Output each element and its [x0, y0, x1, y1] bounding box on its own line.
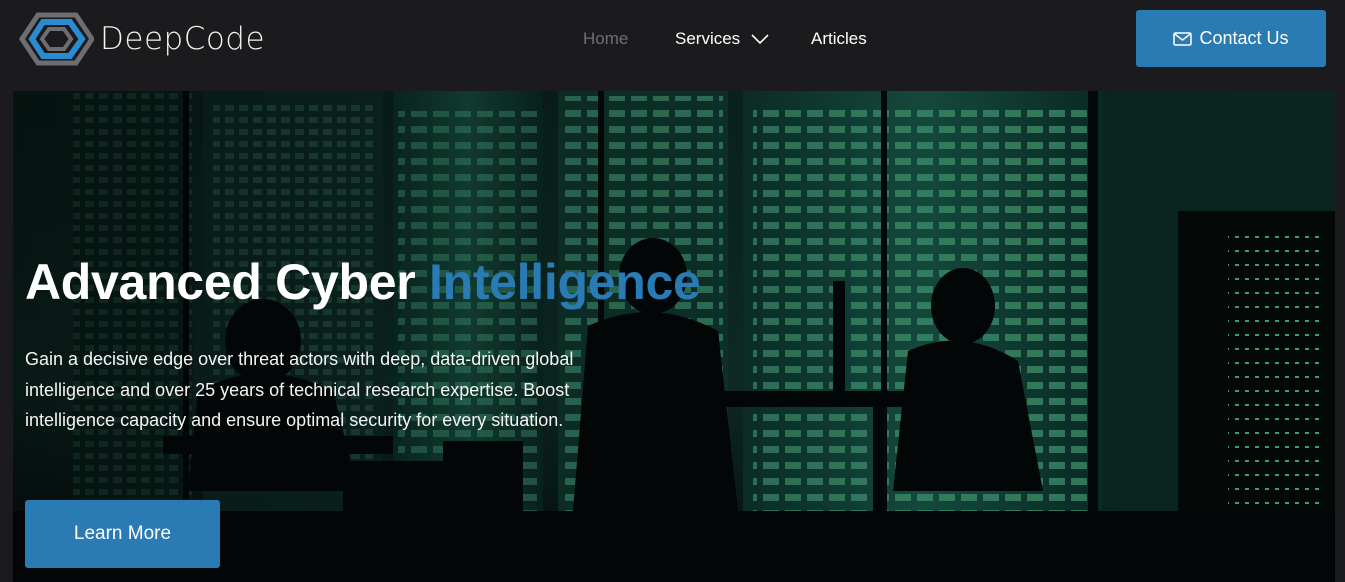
- contact-us-label: Contact Us: [1199, 28, 1289, 48]
- deepcode-logo-icon: [18, 12, 94, 66]
- contact-us-button[interactable]: Contact Us: [1136, 10, 1326, 67]
- nav-item-articles[interactable]: Articles: [811, 29, 867, 49]
- hero-description: Gain a decisive edge over threat actors …: [25, 349, 574, 430]
- hero-headline-main: Advanced Cyber: [25, 254, 429, 310]
- nav-item-services[interactable]: Services: [675, 27, 770, 51]
- top-navigation-bar: DeepCode Home Services Articles Contact …: [0, 0, 1345, 78]
- chevron-down-icon: [751, 34, 769, 45]
- brand-name: DeepCode: [100, 21, 266, 57]
- brand-logo[interactable]: DeepCode: [18, 11, 265, 67]
- hero-headline: Advanced Cyber Intelligence: [25, 253, 701, 311]
- nav-item-services-label: Services: [675, 29, 741, 48]
- nav-item-home[interactable]: Home: [583, 29, 628, 49]
- mail-icon: [1173, 31, 1193, 46]
- learn-more-button[interactable]: Learn More: [25, 500, 220, 568]
- nav-home-wrapper: Home: [583, 27, 628, 51]
- nav-articles-wrapper: Articles: [811, 27, 867, 51]
- learn-more-label: Learn More: [73, 523, 172, 544]
- hero-headline-accent: Intelligence: [428, 254, 701, 310]
